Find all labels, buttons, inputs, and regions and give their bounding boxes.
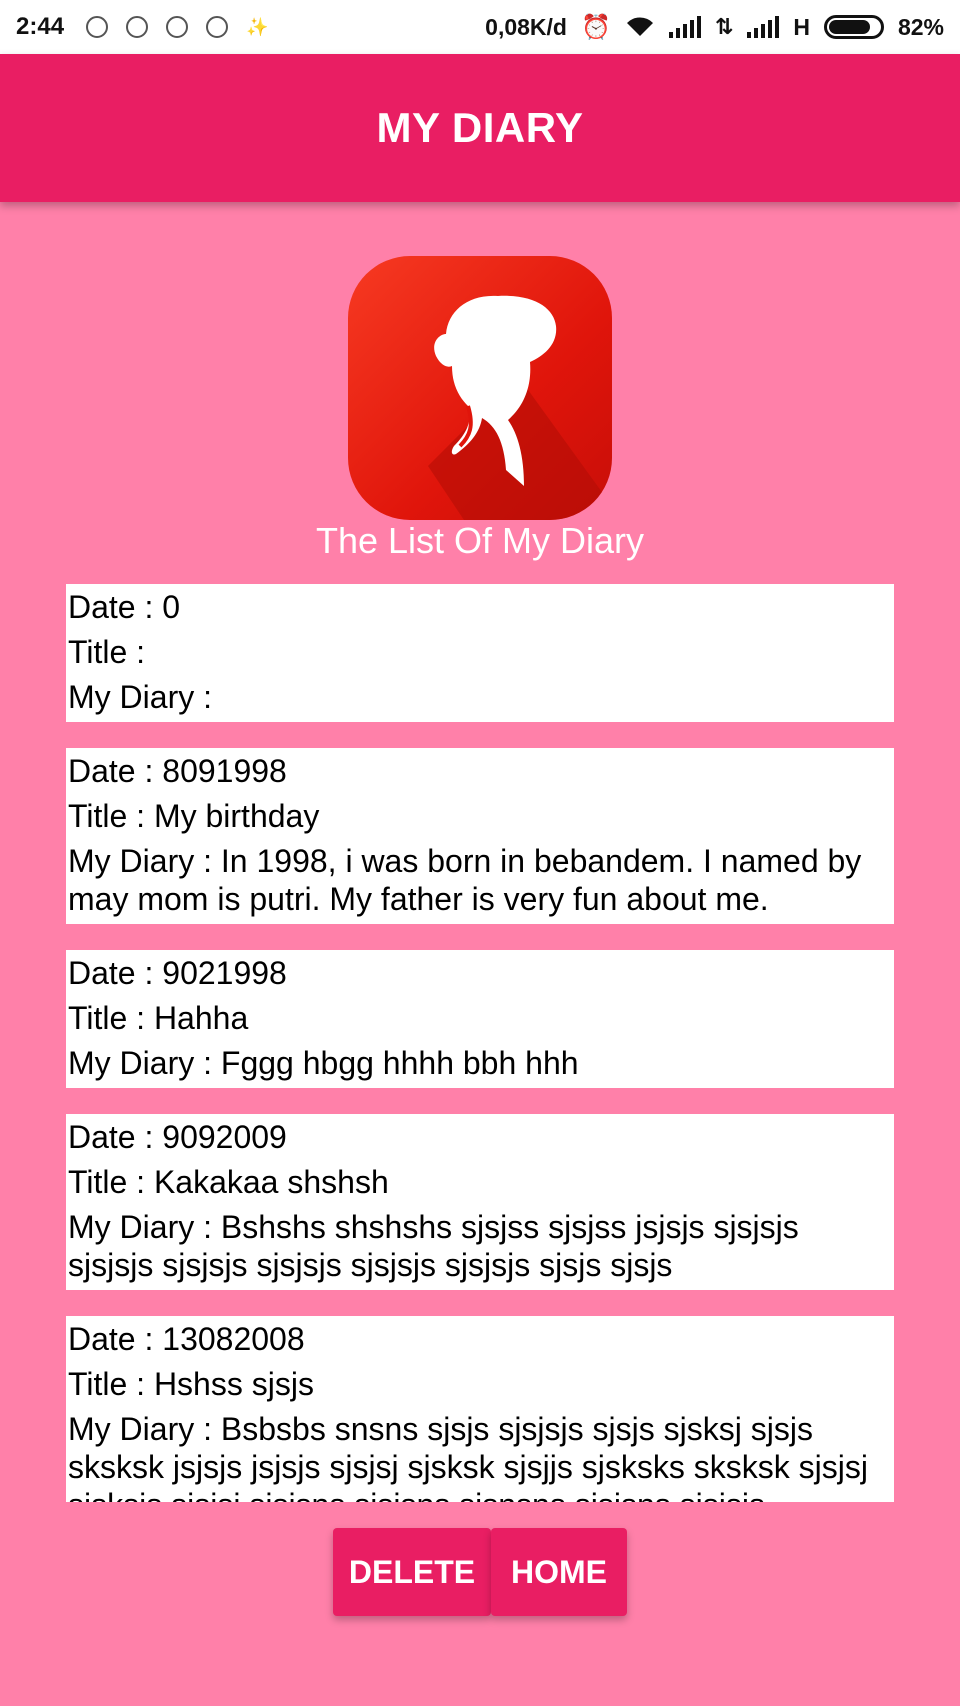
status-time: 2:44 [16, 13, 65, 40]
signal-2-icon [747, 16, 780, 38]
woman-silhouette-icon [428, 295, 612, 520]
entry-title: Title : Kakakaa shshsh [68, 1164, 389, 1200]
messenger-icon [206, 16, 229, 38]
entry-date: Date : 9021998 [68, 955, 287, 991]
list-item[interactable]: Date : 9021998 Title : Hahha My Diary : … [66, 950, 894, 1088]
action-buttons: DELETE HOME [0, 1528, 960, 1616]
network-type: H [793, 13, 810, 40]
network-speed: 0,08K/d [485, 13, 567, 40]
chat-notification-icon [86, 16, 109, 38]
entry-date: Date : 0 [68, 589, 181, 625]
app-notification-icon [126, 16, 149, 38]
delete-button[interactable]: DELETE [333, 1528, 491, 1616]
app-toolbar: MY DIARY [0, 54, 960, 202]
status-right: 0,08K/d ⏰ ⇅ H 82% [485, 13, 944, 42]
app-logo [348, 256, 612, 520]
home-button[interactable]: HOME [491, 1528, 627, 1616]
signal-icon [668, 16, 701, 38]
diary-list[interactable]: Date : 0 Title : My Diary : Date : 80919… [66, 584, 894, 1502]
entry-title: Title : Hshss sjsjs [68, 1366, 314, 1402]
entry-date: Date : 8091998 [68, 753, 287, 789]
alarm-icon: ⏰ [581, 13, 611, 41]
entry-title: Title : Hahha [68, 1000, 249, 1036]
entry-text: My Diary : Fggg hbgg hhhh bbh hhh [68, 1045, 579, 1081]
battery-percent: 82% [897, 13, 944, 40]
entry-text: My Diary : In 1998, i was born in beband… [68, 843, 862, 917]
play-store-icon [166, 16, 189, 38]
list-item[interactable]: Date : 9092009 Title : Kakakaa shshsh My… [66, 1114, 894, 1290]
entry-title: Title : [68, 634, 146, 670]
list-item[interactable]: Date : 13082008 Title : Hshss sjsjs My D… [66, 1316, 894, 1502]
data-transfer-icon: ⇅ [714, 14, 734, 39]
entry-text: My Diary : Bsbsbs snsns sjsjs sjsjsjs sj… [68, 1411, 868, 1502]
entry-date: Date : 13082008 [68, 1321, 305, 1357]
entry-text: My Diary : [68, 679, 212, 715]
wifi-icon [626, 17, 653, 36]
notification-icons: ✨ [86, 16, 268, 38]
list-heading: The List Of My Diary [315, 520, 645, 561]
entry-title: Title : My birthday [68, 798, 320, 834]
list-item[interactable]: Date : 8091998 Title : My birthday My Di… [66, 748, 894, 924]
page-title: MY DIARY [376, 104, 584, 151]
entry-date: Date : 9092009 [68, 1119, 287, 1155]
list-item[interactable]: Date : 0 Title : My Diary : [66, 584, 894, 722]
battery-icon [823, 15, 884, 39]
sparkle-icon: ✨ [246, 17, 269, 37]
entry-text: My Diary : Bshshs shshshs sjsjss sjsjss … [68, 1209, 799, 1283]
status-bar: 2:44 ✨ 0,08K/d ⏰ ⇅ H 82% [0, 0, 960, 54]
